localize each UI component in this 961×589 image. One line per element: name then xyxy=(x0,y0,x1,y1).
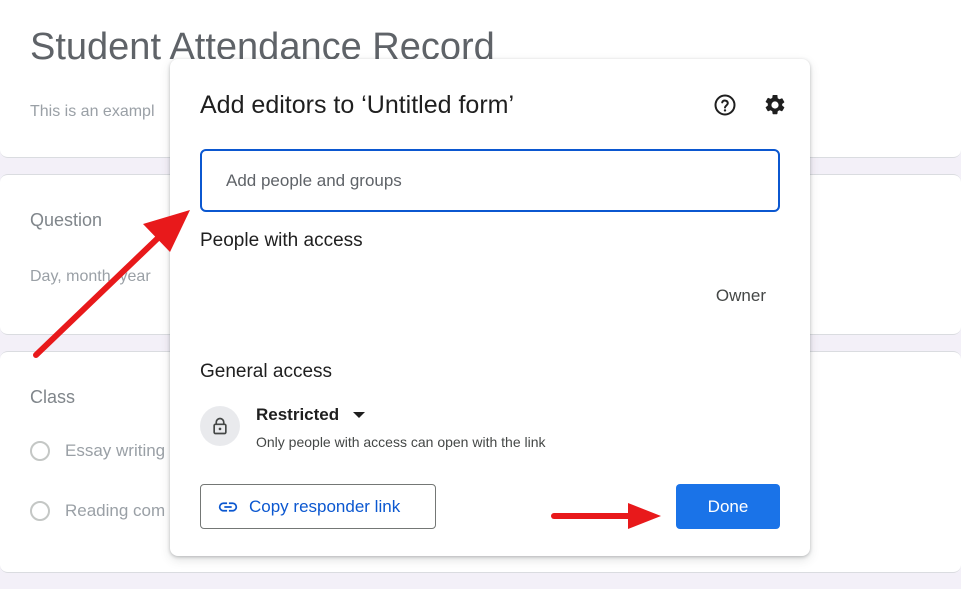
link-icon xyxy=(218,501,238,512)
copy-responder-link-button[interactable]: Copy responder link xyxy=(200,484,436,529)
question-2-label: Class xyxy=(30,387,76,407)
add-people-input[interactable] xyxy=(200,149,780,212)
help-button[interactable] xyxy=(712,92,738,118)
question-1-label: Question xyxy=(30,210,103,230)
radio-option-label: Reading com xyxy=(65,501,166,520)
radio-option-label: Essay writing xyxy=(65,441,166,460)
radio-circle[interactable] xyxy=(30,441,50,461)
people-with-access-heading: People with access xyxy=(200,230,363,251)
general-access-selected: Restricted xyxy=(256,405,340,424)
copy-responder-link-label: Copy responder link xyxy=(249,496,401,516)
radio-option[interactable]: Reading com xyxy=(30,501,165,521)
dialog-title: Add editors to ‘Untitled form’ xyxy=(200,91,515,119)
radio-option[interactable]: Essay writing xyxy=(30,441,165,461)
general-access-dropdown[interactable]: Restricted xyxy=(256,405,366,425)
settings-button[interactable] xyxy=(762,92,788,118)
owner-role-label: Owner xyxy=(715,286,766,305)
lock-icon xyxy=(213,417,227,435)
help-circle-icon xyxy=(714,94,736,116)
done-button[interactable]: Done xyxy=(676,484,780,529)
form-description: This is an exampl xyxy=(30,103,155,120)
caret-down-icon xyxy=(353,412,366,418)
gear-icon xyxy=(765,94,785,115)
add-editors-dialog: Add editors to ‘Untitled form’ People wi… xyxy=(170,59,810,556)
radio-circle[interactable] xyxy=(30,501,50,521)
access-icon-badge xyxy=(200,406,240,446)
general-access-description: Only people with access can open with th… xyxy=(256,434,546,450)
general-access-heading: General access xyxy=(200,361,333,382)
question-1-hint: Day, month, year xyxy=(30,268,151,285)
